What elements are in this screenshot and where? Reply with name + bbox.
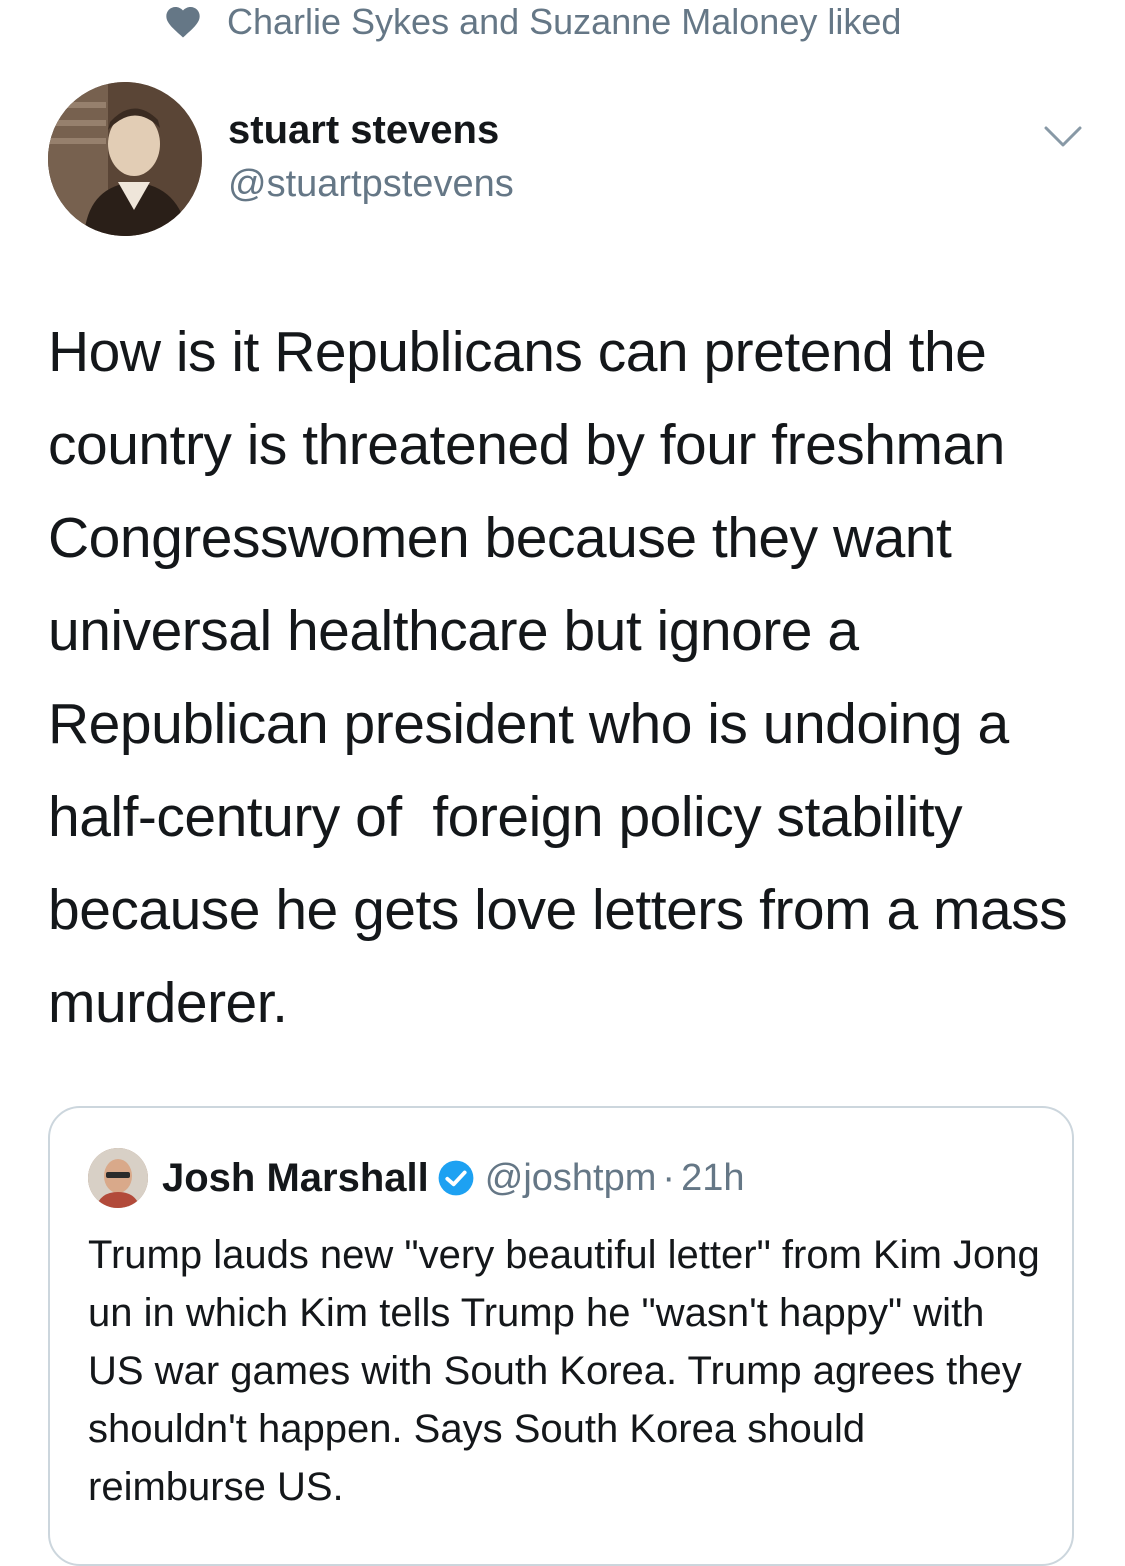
social-context: Charlie Sykes and Suzanne Maloney liked: [163, 0, 901, 44]
quoted-tweet-time: 21h: [681, 1156, 745, 1199]
quoted-author-avatar: [88, 1148, 148, 1208]
author-handle[interactable]: @stuartpstevens: [228, 160, 514, 208]
chevron-down-icon[interactable]: [1042, 122, 1084, 152]
social-context-text: Charlie Sykes and Suzanne Maloney liked: [227, 1, 902, 42]
author-name[interactable]: stuart stevens: [228, 104, 499, 156]
separator-dot: ·: [662, 1156, 676, 1199]
quoted-author-handle: @joshtpm: [484, 1156, 657, 1199]
author-avatar[interactable]: [48, 82, 202, 236]
heart-icon: [166, 7, 200, 38]
tweet-text: How is it Republicans can pretend the co…: [48, 320, 1083, 1035]
quoted-author-name: Josh Marshall: [162, 1155, 429, 1200]
quoted-avatar-photo: [88, 1148, 148, 1208]
quoted-tweet-card[interactable]: Josh Marshall @joshtpm · 21h Trump lauds…: [48, 1106, 1074, 1566]
quoted-tweet-text: Trump lauds new "very beautiful letter" …: [88, 1233, 1040, 1509]
avatar-photo: [48, 82, 202, 236]
verified-badge-icon: [438, 1160, 474, 1196]
quoted-tweet-header: Josh Marshall @joshtpm · 21h: [88, 1146, 744, 1210]
